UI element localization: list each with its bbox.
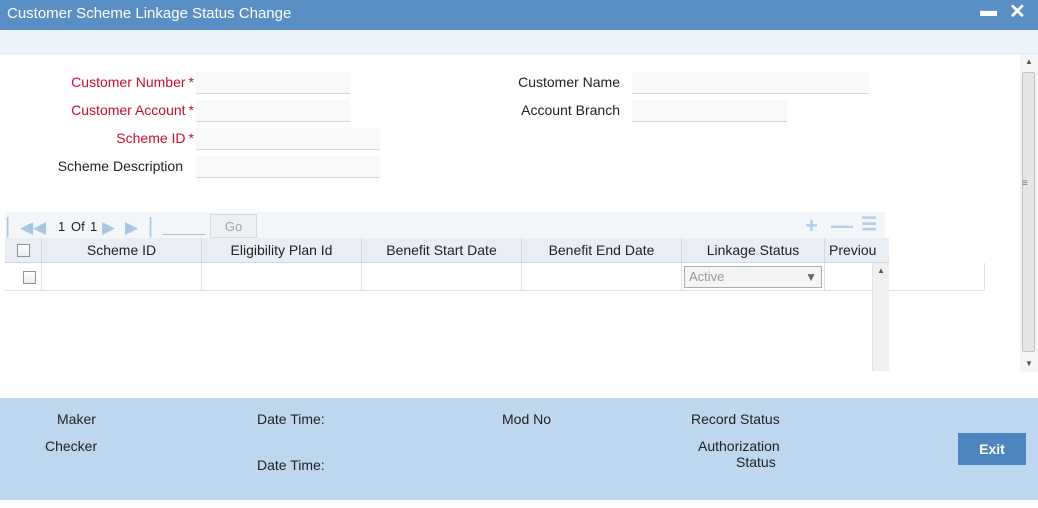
- column-header-benefit-end-date[interactable]: Benefit End Date: [522, 238, 682, 263]
- customer-account-label: Customer Account *: [71, 102, 194, 118]
- select-all-checkbox[interactable]: [17, 244, 30, 257]
- delete-row-icon[interactable]: —: [831, 215, 853, 237]
- add-row-icon[interactable]: +: [805, 215, 818, 237]
- window-title: Customer Scheme Linkage Status Change: [7, 5, 292, 22]
- close-icon[interactable]: ✕: [1009, 0, 1026, 24]
- eligibility-plan-id-cell[interactable]: [202, 263, 362, 291]
- column-header-previous[interactable]: Previou: [825, 238, 889, 263]
- scheme-id-field[interactable]: [196, 128, 380, 150]
- page-of-label: Of: [71, 219, 85, 234]
- page-scrollbar[interactable]: ▲ ≡ ▼: [1020, 54, 1038, 372]
- customer-name-label: Customer Name: [518, 74, 620, 90]
- checker-label: Checker: [45, 438, 98, 454]
- benefit-start-date-cell[interactable]: [362, 263, 522, 291]
- scroll-up-icon[interactable]: ▲: [877, 266, 885, 275]
- toolbar-strip: [0, 30, 1038, 54]
- previous-cell[interactable]: [825, 263, 985, 291]
- page-number-input[interactable]: [163, 215, 205, 235]
- last-page-icon[interactable]: ▶▕: [125, 219, 151, 236]
- mod-no-label: Mod No: [502, 411, 552, 427]
- authorization-label: Authorization: [698, 438, 780, 454]
- single-record-view-icon[interactable]: ☰: [861, 215, 877, 233]
- minimize-icon[interactable]: ▬: [980, 1, 997, 21]
- exit-button[interactable]: Exit: [958, 433, 1026, 465]
- linkage-status-select[interactable]: Active ▼: [684, 266, 822, 288]
- linkage-status-value: Active: [689, 269, 725, 284]
- required-marker: *: [188, 102, 194, 118]
- grid-scrollbar[interactable]: ▲: [872, 263, 889, 371]
- chevron-down-icon: ▼: [805, 270, 817, 284]
- column-header-eligibility-plan-id[interactable]: Eligibility Plan Id: [202, 238, 362, 263]
- customer-account-field[interactable]: [196, 100, 350, 122]
- scroll-down-icon[interactable]: ▼: [1025, 359, 1033, 368]
- bottom-strip: [0, 500, 1038, 508]
- scheme-id-cell[interactable]: [42, 263, 202, 291]
- scheme-id-label: Scheme ID *: [116, 130, 194, 146]
- column-header-scheme-id[interactable]: Scheme ID: [42, 238, 202, 263]
- authorization-status-label: Status: [736, 454, 776, 470]
- table-row: [5, 263, 985, 291]
- benefit-end-date-cell[interactable]: [522, 263, 682, 291]
- customer-name-field[interactable]: [632, 72, 869, 94]
- row-checkbox[interactable]: [23, 271, 36, 284]
- go-button[interactable]: Go: [210, 214, 257, 238]
- first-page-icon[interactable]: ▏◀: [7, 219, 33, 236]
- current-page: 1: [58, 219, 66, 234]
- grid-pager: ▏◀ ◀ 1 Of 1 ▶ ▶▕ Go + — ☰: [5, 212, 885, 240]
- grip-icon: ≡: [1022, 178, 1028, 189]
- account-branch-field[interactable]: [632, 100, 787, 122]
- account-branch-label: Account Branch: [521, 102, 620, 118]
- scheme-description-field[interactable]: [196, 156, 380, 178]
- maker-label: Maker: [57, 411, 96, 427]
- customer-number-field[interactable]: [196, 72, 350, 94]
- previous-page-icon[interactable]: ◀: [33, 219, 46, 236]
- row-select-cell: [5, 263, 42, 291]
- checker-date-time-label: Date Time:: [257, 457, 325, 473]
- scroll-up-icon[interactable]: ▲: [1025, 57, 1033, 66]
- required-marker: *: [188, 130, 194, 146]
- scheme-description-label: Scheme Description: [57, 158, 183, 174]
- audit-footer: Maker Checker Date Time: Date Time: Mod …: [0, 398, 1038, 500]
- maker-date-time-label: Date Time:: [257, 411, 325, 427]
- total-pages: 1: [90, 219, 98, 234]
- record-status-label: Record Status: [691, 411, 780, 427]
- scrollbar-thumb[interactable]: [1022, 72, 1035, 352]
- next-page-icon[interactable]: ▶: [102, 219, 115, 236]
- column-header-linkage-status[interactable]: Linkage Status: [682, 238, 825, 263]
- select-all-cell: [5, 238, 42, 263]
- window-title-bar: Customer Scheme Linkage Status Change ▬ …: [0, 0, 1038, 30]
- required-marker: *: [188, 74, 194, 90]
- grid-header: Scheme ID Eligibility Plan Id Benefit St…: [5, 238, 889, 263]
- customer-number-label: Customer Number *: [71, 74, 194, 90]
- column-header-benefit-start-date[interactable]: Benefit Start Date: [362, 238, 522, 263]
